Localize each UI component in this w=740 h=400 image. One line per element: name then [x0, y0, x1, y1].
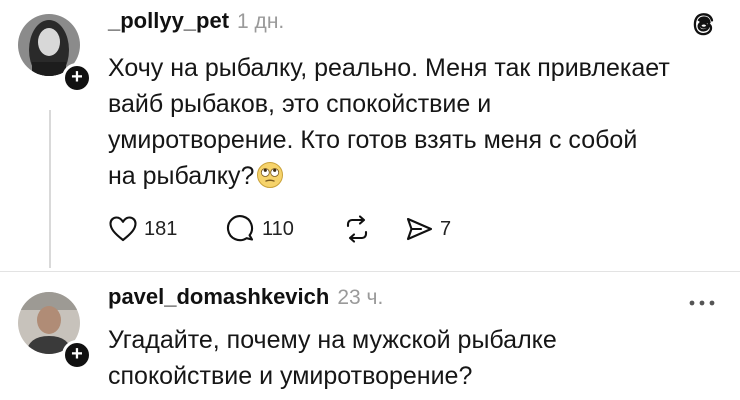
thread-line [49, 110, 51, 268]
post-header: _pollyy_pet 1 дн. [108, 8, 284, 34]
post-text: Хочу на рыбалку, реально. Меня так привл… [108, 50, 728, 199]
timestamp: 23 ч. [337, 286, 384, 309]
timestamp: 1 дн. [237, 10, 285, 33]
post-header: pavel_domashkevich 23 ч. [108, 284, 383, 310]
share-button[interactable]: 7 [404, 212, 451, 246]
repost-button[interactable] [342, 212, 372, 246]
username[interactable]: pavel_domashkevich [108, 284, 329, 310]
send-icon [406, 217, 433, 241]
post-text-content: Угадайте, почему на мужской рыбалке спок… [108, 326, 557, 390]
post-1: + _pollyy_pet 1 дн. Хочу на рыбалку, реа… [0, 0, 740, 272]
post-text-content: Хочу на рыбалку, реально. Меня так привл… [108, 54, 670, 190]
follow-plus-icon[interactable]: + [62, 340, 92, 370]
username[interactable]: _pollyy_pet [108, 8, 229, 34]
post-text: Угадайте, почему на мужской рыбалке спок… [108, 322, 728, 394]
like-count: 181 [144, 217, 178, 240]
threads-logo-icon[interactable] [692, 10, 716, 43]
rolling-eyes-emoji-icon [256, 161, 284, 199]
reply-button[interactable]: 110 [226, 212, 294, 246]
comment-icon [226, 215, 254, 242]
repost-icon [346, 215, 368, 243]
more-options-icon[interactable] [688, 294, 716, 312]
share-count: 7 [440, 217, 452, 240]
reply-count: 110 [262, 217, 294, 240]
heart-icon [109, 216, 137, 242]
follow-plus-icon[interactable]: + [62, 63, 92, 93]
like-button[interactable]: 181 [108, 212, 177, 246]
post-2: + pavel_domashkevich 23 ч. Угадайте, поч… [0, 272, 740, 400]
